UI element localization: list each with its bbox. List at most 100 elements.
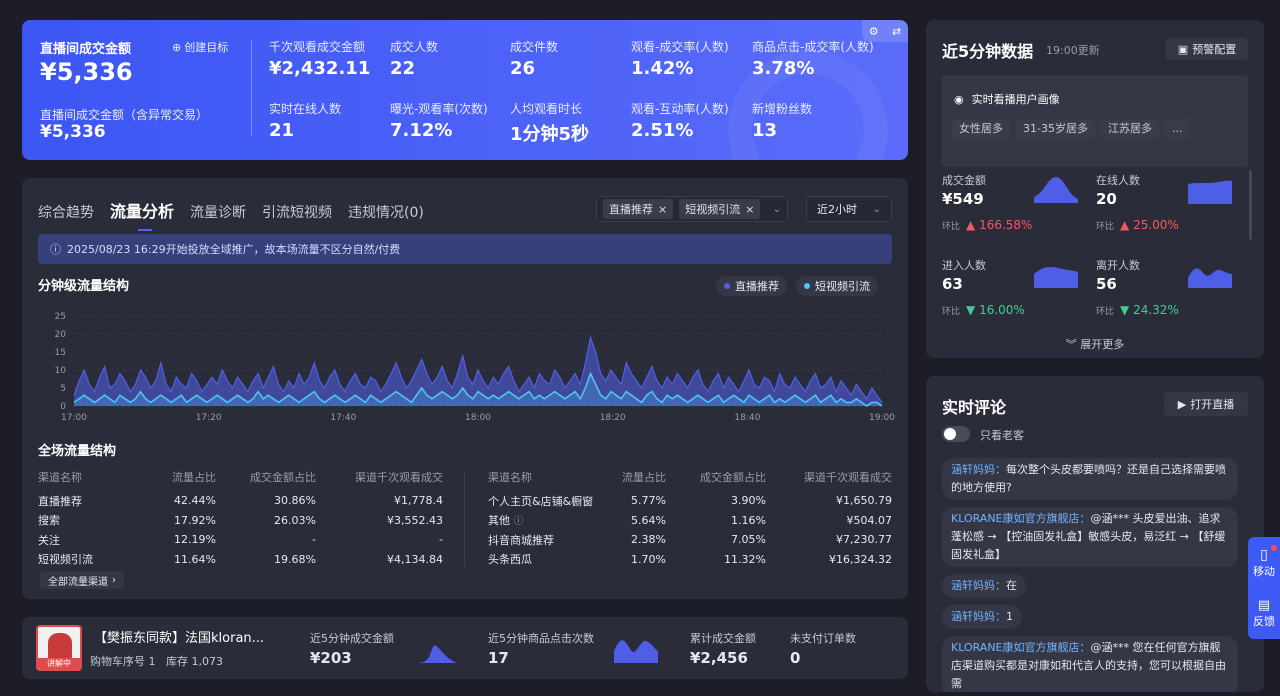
legend-short-video[interactable]: 短视频引流: [796, 276, 878, 296]
plus-circle-icon: ⊕: [172, 40, 182, 54]
stat-label: 千次观看成交金额: [269, 40, 366, 54]
stat-label: 新增粉丝数: [752, 102, 813, 116]
stat-value: 7.12%: [390, 120, 453, 141]
open-live-button[interactable]: ▶ 打开直播: [1164, 392, 1248, 416]
table-row: 关注 12.19% - -: [38, 533, 443, 547]
divider: [251, 40, 252, 136]
stat-value: 1分钟5秒: [510, 124, 590, 145]
tab-violations[interactable]: 违规情况(0): [348, 202, 424, 222]
y-tick-label: 0: [60, 402, 66, 412]
product-meta: 购物车序号 1 库存 1,073: [90, 655, 223, 668]
toggle-knob: [944, 428, 956, 440]
channel-filter-select[interactable]: 直播推荐 × 短视频引流 × ⌄: [596, 196, 788, 222]
comment-user[interactable]: 涵轩妈妈：: [951, 463, 1006, 476]
only-old-toggle[interactable]: [942, 426, 970, 442]
stat-value: 22: [390, 58, 416, 79]
gmv-label: 直播间成交金额: [40, 42, 132, 57]
close-icon[interactable]: ×: [658, 203, 667, 216]
x-tick-label: 19:00: [869, 413, 895, 423]
flow-table-left: 渠道名称 流量占比 成交金额占比 渠道千次观看成交 直播推荐 42.44% 30.8…: [38, 469, 443, 569]
comment-user[interactable]: 涵轩妈妈：: [951, 579, 1006, 592]
x-tick-label: 18:00: [465, 413, 491, 423]
metric-value: 17: [488, 649, 509, 667]
swap-icon[interactable]: ⇄: [892, 25, 901, 38]
phone-icon: ▯: [1260, 546, 1268, 563]
settings-icon[interactable]: ⚙: [869, 25, 879, 38]
comment-user[interactable]: KLORANE康如官方旗舰店：: [951, 512, 1091, 525]
feedback-button[interactable]: ▤ 反馈: [1253, 598, 1275, 629]
col-header: 渠道名称: [488, 471, 532, 484]
help-icon[interactable]: ⓘ: [514, 516, 524, 527]
stat-label: 观看-成交率(人数): [631, 40, 729, 54]
col-header: 流量占比: [622, 471, 666, 484]
sparkline: [614, 640, 658, 663]
table-row: 其他 ⓘ 5.64% 1.16% ¥504.07: [488, 513, 892, 528]
expand-more-link[interactable]: ︾ 展开更多: [926, 336, 1264, 352]
filter-chip: 直播推荐 ×: [603, 199, 674, 219]
recent-5min-panel: 近5分钟数据 19:00更新 ▣ 预警配置 ◉ 实时看播用户画像 女性居多 31-35…: [926, 20, 1264, 358]
trend-down: ▼ 16.00%: [966, 303, 1025, 317]
stat-label: 商品点击-成交率(人数): [752, 40, 874, 54]
metric-label: 未支付订单数: [790, 632, 856, 645]
table-row: 搜索 17.92% 26.03% ¥3,552.43: [38, 513, 443, 528]
product-title[interactable]: 【樊振东同款】法国kloran...: [94, 627, 264, 646]
metric-value: ¥2,456: [690, 649, 748, 667]
tab-flow-analysis[interactable]: 流量分析: [110, 198, 174, 231]
alert-icon: ▣: [1177, 42, 1189, 56]
table-row: 头条西瓜 1.70% 11.32% ¥16,324.32: [488, 552, 892, 567]
metric-value: 56: [1096, 275, 1117, 293]
table-row: 个人主页&店铺&橱窗 5.77% 3.90% ¥1,650.79: [488, 494, 892, 508]
recent-title: 近5分钟数据: [942, 42, 1034, 61]
comment-user[interactable]: KLORANE康如官方旗舰店：: [951, 641, 1091, 654]
table-row: 抖音商城推荐 2.38% 7.05% ¥7,230.77: [488, 533, 892, 547]
stat-value: 2.51%: [631, 120, 694, 141]
time-range-select[interactable]: 近2小时 ⌄: [806, 196, 892, 222]
chart-title: 分钟级流量结构: [38, 279, 130, 294]
table-divider: [464, 470, 465, 566]
move-button[interactable]: ▯ 移动: [1253, 544, 1277, 579]
trend-down: ▼ 24.32%: [1120, 303, 1179, 317]
x-tick-label: 17:40: [330, 413, 356, 423]
notification-dot: [1271, 544, 1277, 551]
chat-icon: ▤: [1257, 598, 1271, 614]
tab-flow-diagnosis[interactable]: 流量诊断: [190, 202, 246, 222]
floating-sidebar: ▯ 移动 ▤ 反馈: [1248, 537, 1280, 639]
stat-value: 13: [752, 120, 778, 141]
chevron-down-icon: ⌄: [772, 203, 781, 215]
sparkline: [1034, 266, 1078, 288]
stat-label: 曝光-观看率(次数): [390, 102, 488, 116]
legend-dot: [804, 283, 810, 289]
flow-area-chart[interactable]: 0 5 10 15 20 25 17:00 17:20 17:40 18:00 18:20 18:40…: [30, 306, 900, 424]
tab-overview-trend[interactable]: 综合趋势: [38, 202, 94, 222]
portrait-tag: 31-35岁居多: [1016, 119, 1095, 139]
stat-label: 成交件数: [510, 40, 559, 54]
tab-short-video[interactable]: 引流短视频: [262, 202, 332, 222]
col-header: 渠道千次观看成交: [804, 471, 892, 484]
col-header: 流量占比: [172, 471, 216, 484]
comment-item: KLORANE康如官方旗舰店：@涵*** 头皮爱出油、追求蓬松感 → 【控油固发…: [942, 507, 1238, 567]
x-tick-label: 18:20: [600, 413, 626, 423]
portrait-title: ◉ 实时看播用户画像: [954, 92, 1060, 107]
legend-live-rec[interactable]: 直播推荐: [716, 276, 787, 296]
scrollbar[interactable]: [1249, 170, 1252, 240]
all-channels-button[interactable]: 全部流量渠道 ›: [40, 571, 124, 589]
metric-label: 近5分钟成交金额: [310, 632, 394, 645]
stats-card: ⚙ ⇄ 直播间成交金额 ⊕ 创建目标 ¥5,336 直播间成交金额（含异常交易） …: [22, 20, 908, 160]
more-tags[interactable]: ...: [1164, 119, 1190, 139]
product-bar: 讲解中 【樊振东同款】法国kloran... 购物车序号 1 库存 1,073 …: [22, 617, 908, 679]
double-chevron-down-icon: ︾: [1065, 338, 1077, 351]
trend-up: ▲ 166.58%: [966, 218, 1033, 232]
metric-compare: 环比 ▲ 25.00%: [1096, 218, 1179, 232]
create-goal-link[interactable]: ⊕ 创建目标: [172, 39, 228, 55]
metric-label: 累计成交金额: [690, 632, 756, 645]
comments-title: 实时评论: [942, 398, 1007, 417]
sparkline: [1188, 268, 1232, 288]
product-thumbnail[interactable]: 讲解中: [36, 625, 82, 671]
comment-user[interactable]: 涵轩妈妈：: [951, 610, 1006, 623]
col-header: 渠道千次观看成交: [355, 471, 443, 484]
close-icon[interactable]: ×: [745, 203, 754, 216]
sparkline: [412, 645, 458, 663]
alert-config-button[interactable]: ▣ 预警配置: [1166, 38, 1248, 60]
table-title: 全场流量结构: [38, 444, 117, 459]
notice-bar: ⓘ 2025/08/23 16:29开始投放全域推广，故本场流量不区分自然/付费: [38, 234, 892, 264]
